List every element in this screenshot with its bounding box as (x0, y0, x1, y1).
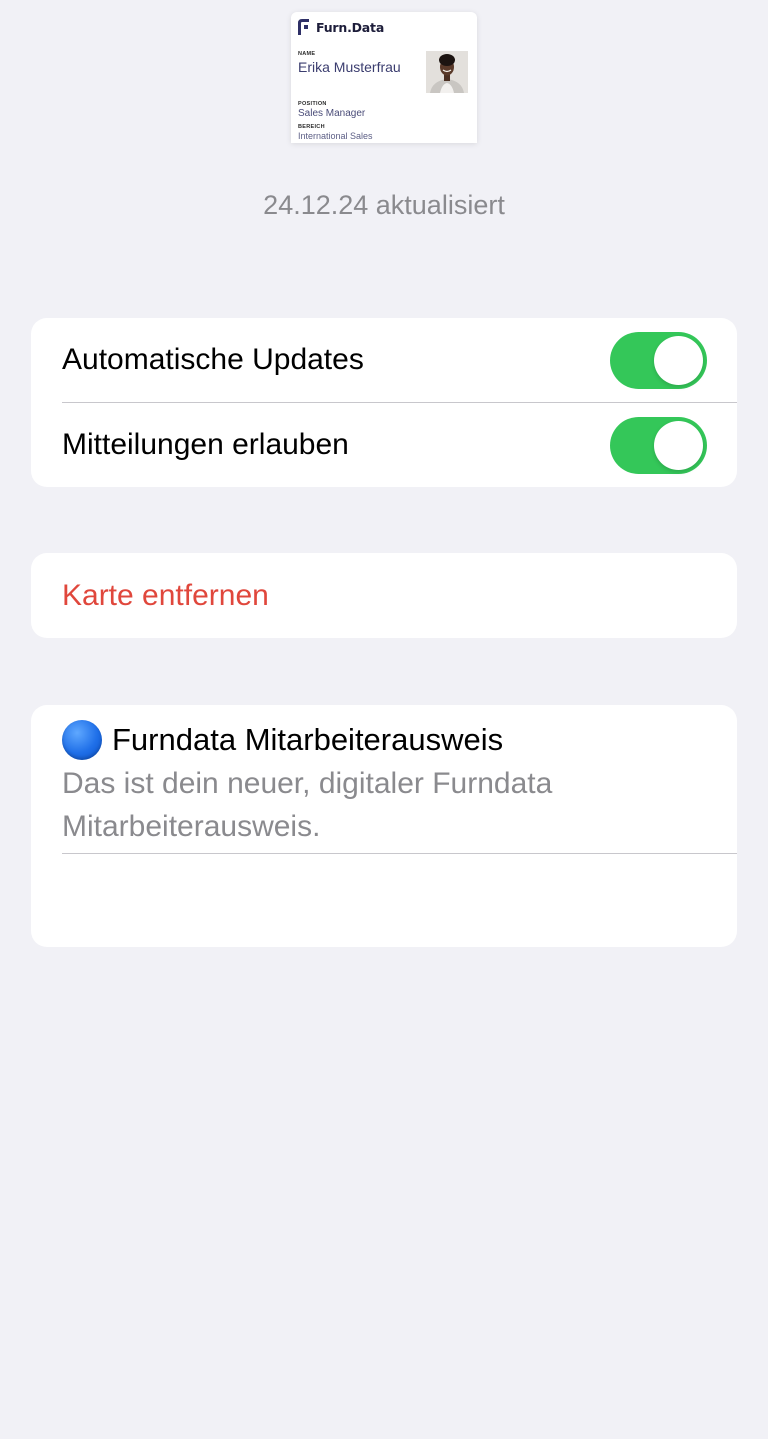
pass-info-description: Das ist dein neuer, digitaler Furndata M… (62, 767, 553, 843)
pass-info-group: Furndata Mitarbeiterausweis Das ist dein… (31, 705, 737, 947)
employee-card-preview[interactable]: Furn.Data NAME Erika Musterfrau POSITION… (291, 12, 477, 143)
auto-updates-toggle[interactable] (610, 332, 707, 389)
card-brand-name: Furn.Data (316, 19, 385, 35)
card-brand: Furn.Data (297, 18, 384, 36)
pass-info-title-row: Furndata Mitarbeiterausweis (62, 720, 503, 760)
auto-updates-label: Automatische Updates (62, 343, 364, 376)
updated-timestamp: 24.12.24 aktualisiert (263, 190, 505, 220)
toggle-knob (654, 336, 703, 385)
employee-photo (426, 51, 468, 93)
divider (62, 853, 737, 854)
remove-card-button[interactable]: Karte entfernen (62, 553, 269, 638)
card-name-label: NAME (298, 51, 316, 57)
settings-group: Automatische Updates Mitteilungen erlaub… (31, 318, 737, 487)
pass-info-title: Furndata Mitarbeiterausweis (112, 722, 504, 757)
card-bereich-label: BEREICH (298, 124, 325, 130)
furndata-logo-icon (298, 19, 309, 35)
card-position-label: POSITION (298, 101, 327, 107)
notifications-label: Mitteilungen erlauben (62, 428, 349, 461)
card-name-value: Erika Musterfrau (298, 59, 401, 75)
toggle-knob (654, 421, 703, 470)
card-position-value: Sales Manager (298, 108, 366, 119)
card-bereich-value: International Sales (298, 131, 373, 141)
notifications-toggle[interactable] (610, 417, 707, 474)
blue-circle-icon (62, 720, 102, 760)
auto-updates-row[interactable]: Automatische Updates (31, 318, 737, 402)
notifications-row[interactable]: Mitteilungen erlauben (31, 403, 737, 487)
remove-card-group: Karte entfernen (31, 553, 737, 638)
